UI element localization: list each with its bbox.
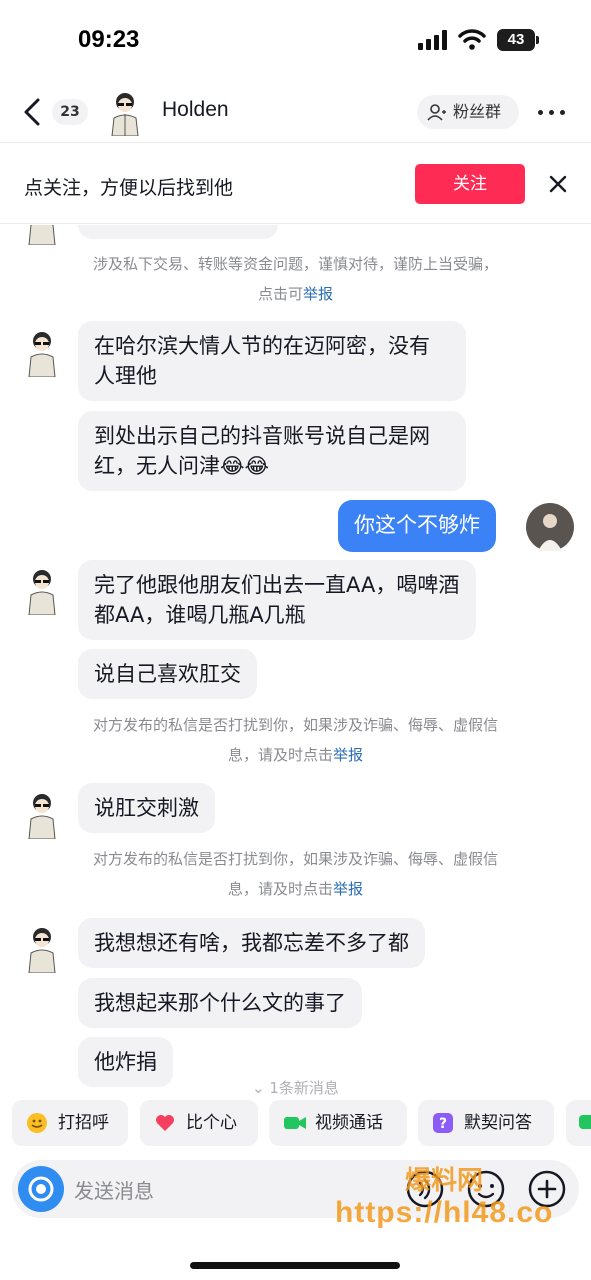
received-message-bubble[interactable]: 完了他跟他朋友们出去一直AA，喝啤酒都AA，谁喝几瓶A几瓶 — [78, 560, 476, 640]
received-message-bubble[interactable]: 说自己喜欢肛交 — [78, 649, 257, 699]
received-message-bubble[interactable]: 说肛交刺激 — [78, 783, 215, 833]
received-message-bubble[interactable]: 我想想还有啥，我都忘差不多了都 — [78, 918, 425, 968]
camera-icon — [28, 1176, 54, 1202]
contact-avatar[interactable] — [104, 90, 146, 136]
received-message-bubble[interactable]: 到处出示自己的抖音账号说自己是网红，无人问津😂😂 — [78, 411, 466, 491]
safety-notice: 涉及私下交易、转账等资金问题，谨慎对待，谨防上当受骗， 点击可举报 — [0, 249, 591, 309]
privacy-notice: 对方发布的私信是否打扰到你，如果涉及诈骗、侮辱、虚假信 息，请及时点击举报 — [0, 844, 591, 904]
report-link[interactable]: 举报 — [303, 285, 333, 303]
more-options-icon[interactable] — [536, 100, 568, 124]
message-list[interactable]: 涉及私下交易、转账等资金问题，谨慎对待，谨防上当受骗， 点击可举报 在哈尔滨大情… — [0, 225, 591, 1095]
back-arrow-icon[interactable] — [18, 96, 46, 128]
sent-message-bubble[interactable]: 你这个不够炸 — [338, 500, 496, 552]
quick-reply-greet[interactable]: 打招呼 — [12, 1100, 128, 1146]
quick-reply-label: 打招呼 — [58, 1113, 109, 1133]
heart-icon — [156, 1115, 174, 1131]
quick-reply-heart[interactable]: 比个心 — [140, 1100, 258, 1146]
contact-avatar-small[interactable] — [22, 791, 62, 839]
new-messages-label: 1条新消息 — [269, 1079, 339, 1095]
contact-avatar-small[interactable] — [22, 329, 62, 377]
svg-text:?: ? — [439, 1116, 447, 1132]
status-time: 09:23 — [78, 26, 140, 53]
privacy-notice-line1: 对方发布的私信是否打扰到你，如果涉及诈骗、侮辱、虚假信 — [92, 716, 498, 734]
follow-prompt-text: 点关注，方便以后找到他 — [24, 177, 234, 199]
fan-group-label: 粉丝群 — [453, 102, 502, 121]
privacy-notice-prefix: 息，请及时点击 — [227, 746, 333, 764]
received-message-bubble[interactable]: 在哈尔滨大情人节的在迈阿密，没有人理他 — [78, 321, 466, 401]
partial-message-bubble — [78, 225, 278, 239]
contact-name[interactable]: Holden — [162, 98, 229, 122]
privacy-notice-line2: 息，请及时点击举报 — [0, 740, 591, 770]
safety-notice-line1: 涉及私下交易、转账等资金问题，谨慎对待，谨防上当受骗， — [92, 255, 498, 273]
report-link[interactable]: 举报 — [333, 880, 363, 898]
received-message-bubble[interactable]: 我想起来那个什么文的事了 — [78, 978, 362, 1028]
quick-reply-label: 默契问答 — [464, 1113, 532, 1133]
contact-avatar-small — [28, 225, 56, 245]
follow-button[interactable]: 关注 — [415, 164, 525, 204]
message-input[interactable]: 发送消息 — [74, 1175, 154, 1204]
emoji-icon[interactable] — [467, 1170, 505, 1208]
battery-indicator: 43 — [497, 29, 535, 51]
wifi-icon — [458, 29, 486, 50]
quick-reply-more[interactable] — [566, 1100, 591, 1146]
contact-avatar-small[interactable] — [22, 925, 62, 973]
quick-reply-video-call[interactable]: 视频通话 — [269, 1100, 407, 1146]
quick-reply-label: 视频通话 — [315, 1113, 383, 1133]
my-avatar[interactable] — [526, 503, 574, 551]
follow-banner: 点关注，方便以后找到他 关注 — [0, 142, 591, 224]
report-link[interactable]: 举报 — [333, 746, 363, 764]
status-bar: 09:23 43 — [0, 0, 591, 80]
home-indicator[interactable] — [190, 1262, 400, 1269]
chat-bubble-icon — [579, 1115, 591, 1129]
message-input-bar: 发送消息 — [12, 1160, 579, 1218]
group-icon — [427, 104, 446, 121]
voice-icon[interactable] — [406, 1170, 444, 1208]
safety-notice-prefix: 点击可 — [257, 285, 303, 303]
privacy-notice-line2: 息，请及时点击举报 — [0, 874, 591, 904]
quiz-icon: ? — [433, 1113, 453, 1133]
privacy-notice-line1: 对方发布的私信是否打扰到你，如果涉及诈骗、侮辱、虚假信 — [92, 850, 498, 868]
camera-button[interactable] — [18, 1166, 64, 1212]
video-call-icon — [284, 1117, 306, 1129]
cellular-signal-icon — [418, 30, 447, 50]
fan-group-button[interactable]: 粉丝群 — [417, 95, 519, 129]
safety-notice-line2: 点击可举报 — [0, 279, 591, 309]
unread-count-badge[interactable]: 23 — [52, 99, 88, 125]
quick-reply-quiz[interactable]: ? 默契问答 — [418, 1100, 554, 1146]
chat-header: 23 Holden 粉丝群 — [0, 84, 591, 140]
plus-icon[interactable] — [528, 1170, 566, 1208]
privacy-notice: 对方发布的私信是否打扰到你，如果涉及诈骗、侮辱、虚假信 息，请及时点击举报 — [0, 710, 591, 770]
quick-reply-label: 比个心 — [186, 1113, 237, 1133]
new-messages-hint[interactable]: ⌄ 1条新消息 — [0, 1077, 591, 1095]
battery-tip — [536, 36, 539, 44]
privacy-notice-prefix: 息，请及时点击 — [227, 880, 333, 898]
close-icon[interactable] — [546, 172, 570, 196]
quick-reply-bar: 打招呼 比个心 视频通话 ? 默契问答 — [0, 1100, 591, 1146]
contact-avatar-small[interactable] — [22, 567, 62, 615]
wave-emoji-icon — [27, 1113, 47, 1133]
